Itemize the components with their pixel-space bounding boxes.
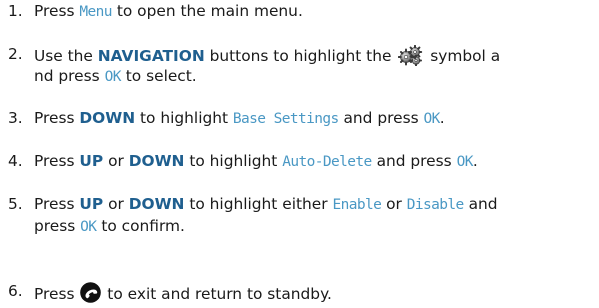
step-text: Use the NAVIGATION buttons to highlight … — [34, 44, 501, 67]
display-text-ok: OK — [80, 219, 97, 235]
step-text: Press to exit and return to standby. — [34, 282, 332, 303]
step-number: 2. — [8, 45, 23, 63]
display-text-menu: Menu — [79, 4, 112, 20]
button-name-down: DOWN — [128, 152, 185, 170]
button-name-up: UP — [79, 195, 104, 213]
step-text: Press UP or DOWN to highlight either Ena… — [34, 195, 498, 213]
step-text: Press Menu to open the main menu. — [34, 2, 303, 20]
display-text-ok: OK — [423, 111, 441, 127]
step-number: 1. — [8, 2, 23, 20]
display-text-enable: Enable — [332, 197, 382, 213]
step-number: 6. — [8, 282, 23, 300]
display-text-auto-delete: Auto-Delete — [282, 154, 372, 170]
step-number: 5. — [8, 195, 23, 213]
step-text: Press DOWN to highlight Base Settings an… — [34, 109, 445, 127]
instruction-steps: 1. Press Menu to open the main menu. 2. … — [0, 0, 599, 308]
settings-gears-icon — [398, 44, 423, 67]
step-text-continued: nd press OK to select. — [34, 67, 197, 85]
button-name-down: DOWN — [79, 109, 136, 127]
button-name-up: UP — [79, 152, 104, 170]
button-name-down: DOWN — [128, 195, 185, 213]
step-text: Press UP or DOWN to highlight Auto-Delet… — [34, 152, 478, 170]
display-text-disable: Disable — [406, 197, 465, 213]
display-text-ok: OK — [104, 69, 122, 85]
step-number: 4. — [8, 152, 23, 170]
end-call-icon — [80, 282, 102, 303]
step-number: 3. — [8, 109, 23, 127]
button-name-navigation: NAVIGATION — [97, 47, 205, 65]
step-text-continued: press OK to confirm. — [34, 217, 185, 235]
display-text-ok: OK — [456, 154, 474, 170]
display-text-base-settings: Base Settings — [232, 111, 339, 127]
